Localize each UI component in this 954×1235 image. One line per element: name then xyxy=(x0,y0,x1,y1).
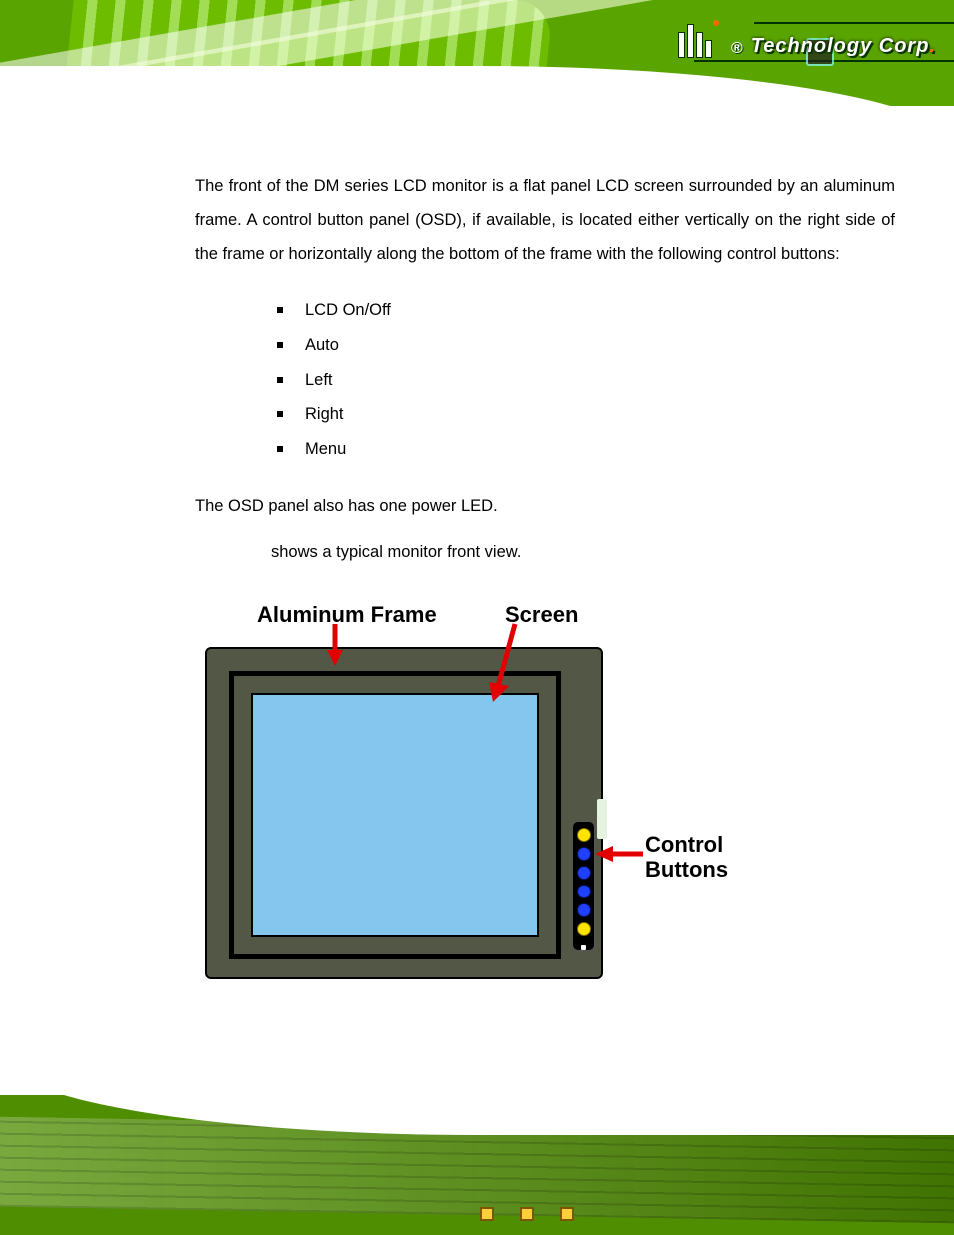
osd-button-icon xyxy=(577,847,591,861)
arrow-frame-icon xyxy=(315,620,375,670)
control-button-strip xyxy=(572,821,595,951)
osd-button-icon xyxy=(577,866,591,880)
control-button-list: LCD On/Off Auto Left Right Menu xyxy=(277,293,895,466)
list-item: Menu xyxy=(277,432,895,467)
monitor-figure: Aluminum Frame Screen ControlButtons xyxy=(185,602,875,1032)
osd-button-icon xyxy=(577,922,591,936)
arrow-buttons-icon xyxy=(593,842,653,872)
brand-text: Technology Corp. xyxy=(751,35,936,58)
osd-button-icon xyxy=(577,828,591,842)
figure-lead-paragraph: shows a typical monitor front view. xyxy=(271,543,895,562)
arrow-screen-icon xyxy=(485,620,545,710)
page-footer-banner xyxy=(0,1095,954,1235)
list-item: LCD On/Off xyxy=(277,293,895,328)
iei-logo-icon xyxy=(678,24,719,58)
page-header-banner: ® Technology Corp. xyxy=(0,0,954,106)
list-item: Left xyxy=(277,363,895,398)
power-led-icon xyxy=(581,945,586,950)
monitor-screen xyxy=(251,693,539,937)
brand-logo: ® Technology Corp. xyxy=(678,24,936,58)
list-item: Auto xyxy=(277,328,895,363)
osd-button-icon xyxy=(577,903,591,917)
power-led-paragraph: The OSD panel also has one power LED. xyxy=(195,493,895,519)
intro-paragraph: The front of the DM series LCD monitor i… xyxy=(195,170,895,271)
list-item: Right xyxy=(277,397,895,432)
page-content: The front of the DM series LCD monitor i… xyxy=(195,170,895,1032)
brand-registered: ® xyxy=(731,40,743,58)
figure-label-buttons: ControlButtons xyxy=(645,832,728,883)
osd-button-icon xyxy=(577,885,591,899)
